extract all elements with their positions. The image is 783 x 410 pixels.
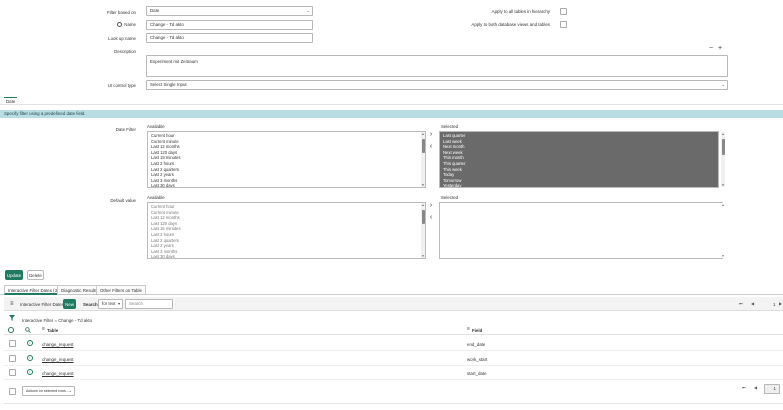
description-label: Description [114, 49, 136, 54]
tab-interactive-filter-dates[interactable]: Interactive Filter Dates (3) [4, 285, 63, 295]
update-button[interactable]: Update [5, 270, 23, 280]
chevron-down-icon: ⌄ [306, 8, 310, 13]
default-value-available-list[interactable]: Current hour Current minute Last 12 months… [147, 202, 426, 259]
filter-based-on-select[interactable]: Date ⌄ [146, 6, 313, 16]
table-row[interactable]: i change_request end_date [4, 338, 783, 351]
info-icon[interactable]: i [27, 340, 33, 346]
available-options: Current hour Current minute Last 12 months… [148, 132, 425, 187]
search-label: Search [83, 302, 98, 307]
list-option[interactable]: Yesterday [440, 183, 718, 187]
column-menu-icon[interactable]: ≡ [467, 327, 470, 332]
section-divider [0, 104, 783, 105]
tab-diagnostic-results[interactable]: Diagnostic Results [57, 285, 102, 295]
chevron-down-icon: ▾ [117, 301, 120, 306]
search-icon[interactable] [25, 327, 31, 334]
prev-page-icon[interactable]: ◀ [754, 385, 757, 390]
table-row[interactable]: i change_request work_start [4, 353, 783, 366]
name-label: Name [124, 22, 136, 27]
default-value-selected-list[interactable] [439, 202, 723, 259]
date-filter-available-list[interactable]: Current hour Current minute Last 12 months… [147, 131, 426, 188]
ui-control-select[interactable]: Select Single Input ⌄ [146, 80, 728, 90]
table-cell-table[interactable]: change_request [42, 371, 74, 376]
filter-funnel-icon[interactable] [9, 315, 15, 321]
minus-icon[interactable]: − [709, 45, 715, 52]
date-filter-label: Date Filter [115, 127, 136, 132]
apply-both-label: Apply to both database views and tables [471, 22, 550, 27]
table-row[interactable]: i change_request start_date [4, 367, 783, 380]
search-input[interactable]: Search [125, 299, 173, 309]
move-right-icon[interactable]: › [428, 202, 434, 209]
apply-all-tables-checkbox[interactable] [560, 8, 567, 15]
row-checkbox[interactable] [9, 354, 16, 362]
list-option[interactable]: Last 30 days [148, 254, 425, 258]
breadcrumb[interactable]: Interactive Filter = Change - Td akto [22, 318, 92, 323]
column-menu-icon[interactable]: ≡ [42, 327, 45, 332]
chevron-down-icon: ⌄ [68, 388, 72, 393]
name-field[interactable]: Change - Td akto [146, 20, 313, 30]
row-checkbox[interactable] [9, 340, 16, 347]
scrollbar[interactable]: ▲ ▼ [721, 203, 725, 258]
apply-both-checkbox[interactable] [560, 21, 567, 28]
column-header-table[interactable]: Table [47, 328, 58, 333]
delete-button[interactable]: Delete [27, 270, 44, 280]
scrollbar[interactable]: ▲ ▼ [421, 132, 425, 187]
filter-based-on-value: Date [150, 8, 160, 13]
footer-divider [4, 403, 783, 404]
available-options: Current hour Current minute Last 12 months… [148, 203, 425, 258]
scrollbar[interactable]: ▲ ▼ [421, 203, 425, 258]
chevron-down-icon: ⌄ [721, 82, 725, 87]
info-icon[interactable]: i [27, 369, 33, 375]
default-value-available-label: Available [147, 195, 165, 200]
default-value-label: Default value [110, 198, 136, 203]
table-cell-field: start_date [467, 371, 487, 376]
table-cell-field: work_start [467, 356, 488, 362]
date-filter-selected-label: Selected [441, 124, 459, 129]
plus-icon[interactable]: + [718, 45, 724, 52]
info-icon[interactable]: i [27, 354, 33, 361]
page-number: 1 [773, 302, 776, 307]
first-page-icon[interactable]: ⏮ [739, 301, 743, 306]
row-checkbox[interactable] [9, 369, 16, 376]
move-left-icon[interactable]: ‹ [428, 214, 434, 221]
tab-other-filters-on-table[interactable]: Other Filters on Table [96, 285, 146, 295]
list-title: Interactive Filter Dates [20, 302, 64, 307]
default-value-selected-label: Selected [441, 195, 459, 200]
move-left-icon[interactable]: ‹ [428, 143, 434, 150]
move-right-icon[interactable]: › [428, 131, 434, 138]
table-cell-table[interactable]: change_request [42, 342, 74, 347]
info-banner: Specify filter using a predefined date f… [0, 110, 783, 118]
tab-date[interactable]: Date [4, 97, 17, 105]
column-header-divider [4, 334, 783, 335]
date-filter-selected-list[interactable]: Last quarter Last week Next month Next week… [439, 131, 719, 188]
search-field-select[interactable]: for text ▾ [98, 299, 123, 309]
first-page-icon[interactable]: ⏮ [742, 385, 746, 390]
new-button[interactable]: New [63, 299, 76, 309]
selected-options: Last quarter Last week Next month Next week… [440, 132, 718, 187]
page-input[interactable]: 1 [764, 384, 780, 394]
next-page-icon[interactable]: ▶ [779, 301, 782, 306]
apply-all-tables-label: Apply to all tables in hierarchy [491, 9, 550, 14]
list-option[interactable]: Last 30 days [148, 183, 425, 187]
hamburger-icon[interactable]: ≡ [10, 301, 14, 307]
date-filter-available-label: Available [147, 124, 165, 129]
prev-page-icon[interactable]: ◀ [751, 301, 754, 306]
column-header-field[interactable]: Field [472, 328, 482, 333]
lookup-name-field[interactable]: Change - Td akto [146, 33, 313, 43]
gear-icon[interactable] [8, 327, 14, 333]
table-cell-table[interactable]: change_request [42, 357, 74, 362]
lookup-name-label: Look up name [108, 36, 136, 41]
actions-select[interactable]: Actions on selected rows... ⌄ [22, 386, 75, 396]
description-textarea[interactable]: Experiment mit Zeitraum [146, 55, 728, 77]
ui-control-label: UI control type [107, 83, 136, 88]
table-cell-field: end_date [467, 342, 486, 347]
select-all-checkbox[interactable] [9, 388, 16, 395]
scrollbar[interactable]: ▲ ▼ [721, 132, 725, 187]
filter-based-on-label: Filter based on [106, 10, 136, 15]
